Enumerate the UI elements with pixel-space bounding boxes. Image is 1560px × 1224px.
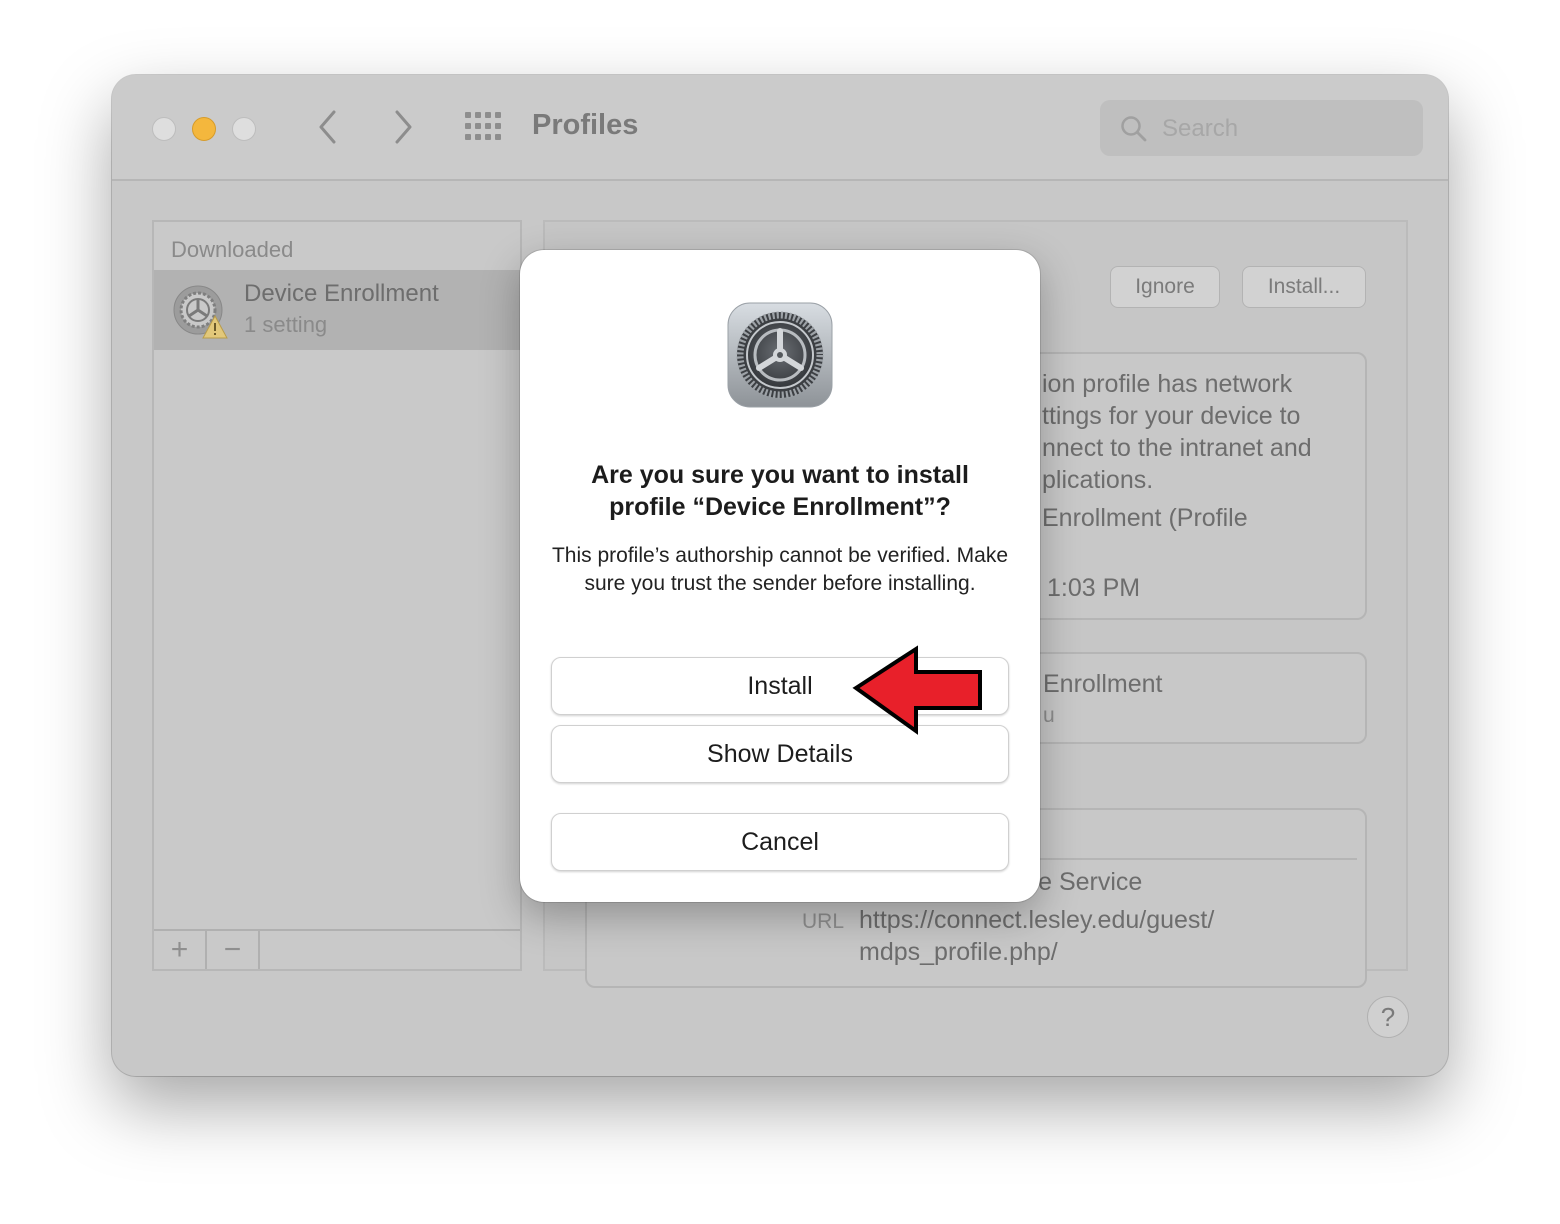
title-bar: Profiles Search xyxy=(112,75,1448,181)
search-field[interactable]: Search xyxy=(1100,100,1423,156)
sidebar-section-header: Downloaded xyxy=(171,237,294,262)
remove-profile-button[interactable]: − xyxy=(207,931,260,969)
url-value-line: https://connect.lesley.edu/guest/ xyxy=(859,906,1215,934)
profile-name-fragment: Enrollment (Profile xyxy=(1042,504,1248,532)
help-button[interactable]: ? xyxy=(1367,996,1409,1038)
url-value-line: mdps_profile.php/ xyxy=(859,938,1058,966)
install-confirmation-dialog: Are you sure you want to install profile… xyxy=(520,250,1040,902)
received-time-fragment: 1:03 PM xyxy=(1047,574,1141,602)
dialog-message: This profile’s authorship cannot be veri… xyxy=(551,544,1009,595)
description-line: ion profile has network xyxy=(1042,370,1293,398)
url-label: URL xyxy=(802,910,845,933)
add-profile-button[interactable]: + xyxy=(154,931,207,969)
chevron-right-icon xyxy=(395,110,412,144)
window-title: Profiles xyxy=(532,109,639,141)
settings-gear-warning-icon xyxy=(173,285,228,339)
dialog-title: Are you sure you want to install profile… xyxy=(591,461,969,521)
close-window-button[interactable] xyxy=(152,117,176,141)
sidebar-item-device-enrollment[interactable]: Device Enrollment 1 setting xyxy=(154,270,520,350)
install-profile-button[interactable]: Install... xyxy=(1242,266,1366,308)
summary-sub-fragment: u xyxy=(1043,704,1055,727)
sidebar-item-subtitle: 1 setting xyxy=(244,312,328,337)
sidebar-footer: + − xyxy=(154,929,520,969)
description-line: plications. xyxy=(1042,466,1154,494)
description-line: nnect to the intranet and xyxy=(1042,434,1312,462)
show-all-grid-icon[interactable] xyxy=(464,110,504,144)
zoom-window-button[interactable] xyxy=(232,117,256,141)
service-name-fragment: ile Service xyxy=(1027,868,1143,896)
search-icon xyxy=(1121,116,1147,142)
profiles-sidebar: Downloaded Device Enrollment 1 setting +… xyxy=(152,220,522,971)
ignore-button[interactable]: Ignore xyxy=(1110,266,1220,308)
search-placeholder: Search xyxy=(1162,115,1239,142)
cancel-button[interactable]: Cancel xyxy=(551,813,1009,871)
sidebar-item-name: Device Enrollment xyxy=(244,280,439,307)
description-line: ttings for your device to xyxy=(1042,402,1301,430)
minimize-window-button[interactable] xyxy=(192,117,216,141)
annotation-arrow-icon xyxy=(852,645,982,735)
back-button[interactable] xyxy=(308,105,348,149)
chevron-left-icon xyxy=(319,110,336,144)
forward-button[interactable] xyxy=(383,105,423,149)
summary-name-fragment: Enrollment xyxy=(1043,670,1163,698)
system-preferences-gear-icon xyxy=(727,302,833,408)
